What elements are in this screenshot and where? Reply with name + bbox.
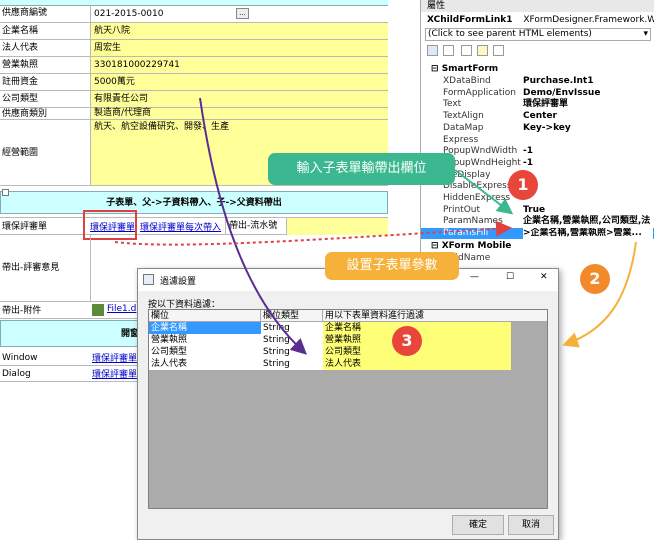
orange-arrow [562, 241, 637, 348]
red-dotted-arrow [114, 220, 512, 246]
purple-arrow [199, 97, 307, 355]
green-arrow [454, 169, 514, 215]
annotation-arrows [114, 97, 637, 355]
